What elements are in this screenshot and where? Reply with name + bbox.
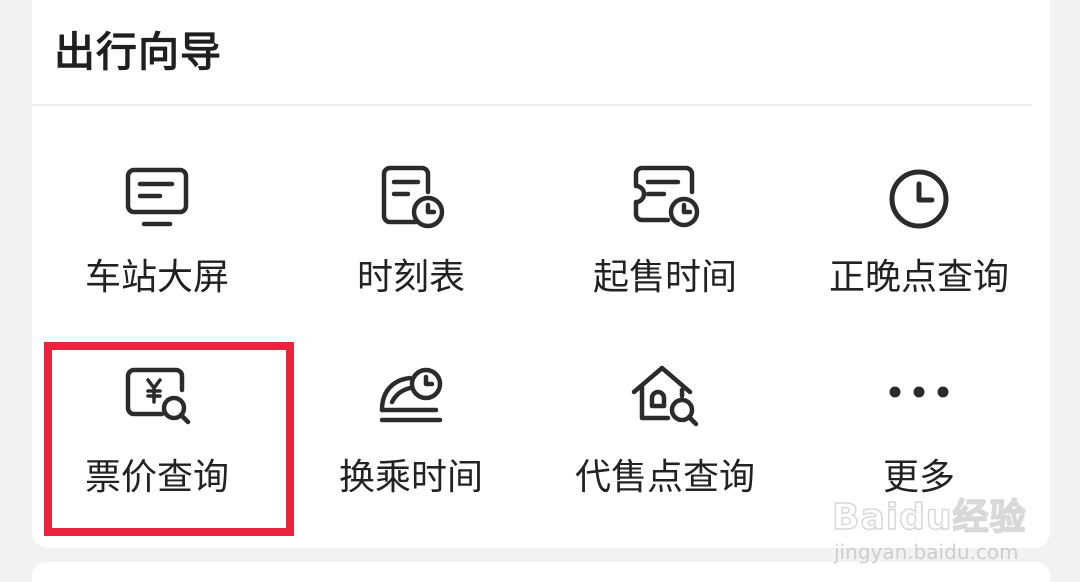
timetable-item[interactable]: 时刻表 — [286, 162, 536, 322]
ticket-clock-icon — [630, 162, 700, 232]
clock-icon — [884, 162, 954, 232]
monitor-icon — [122, 162, 192, 232]
train-clock-icon — [376, 362, 446, 432]
station-screen-label: 车站大屏 — [84, 257, 229, 298]
more-dots-icon — [884, 362, 954, 432]
section-header: 出行向导 — [32, 0, 1032, 106]
agency-query-label: 代售点查询 — [574, 457, 755, 498]
section-title: 出行向导 — [54, 28, 222, 76]
timetable-label: 时刻表 — [356, 257, 465, 298]
transfer-time-item[interactable]: 换乘时间 — [286, 362, 536, 522]
agency-query-item[interactable]: 代售点查询 — [540, 362, 790, 522]
timetable-icon — [376, 162, 446, 232]
sale-start-time-item[interactable]: 起售时间 — [540, 162, 790, 322]
transfer-time-label: 换乘时间 — [338, 457, 483, 498]
on-time-query-item[interactable]: 正晚点查询 — [794, 162, 1044, 322]
sale-start-time-label: 起售时间 — [592, 257, 737, 298]
station-screen-item[interactable]: 车站大屏 — [32, 162, 282, 322]
watermark: Baidu经验 jingyan.baidu.com — [831, 488, 1042, 580]
watermark-logo: Baidu经验 — [831, 496, 1027, 539]
highlight-box — [44, 342, 294, 536]
agency-search-icon — [630, 362, 700, 432]
watermark-url: jingyan.baidu.com — [834, 540, 1019, 564]
on-time-query-label: 正晚点查询 — [828, 257, 1009, 298]
